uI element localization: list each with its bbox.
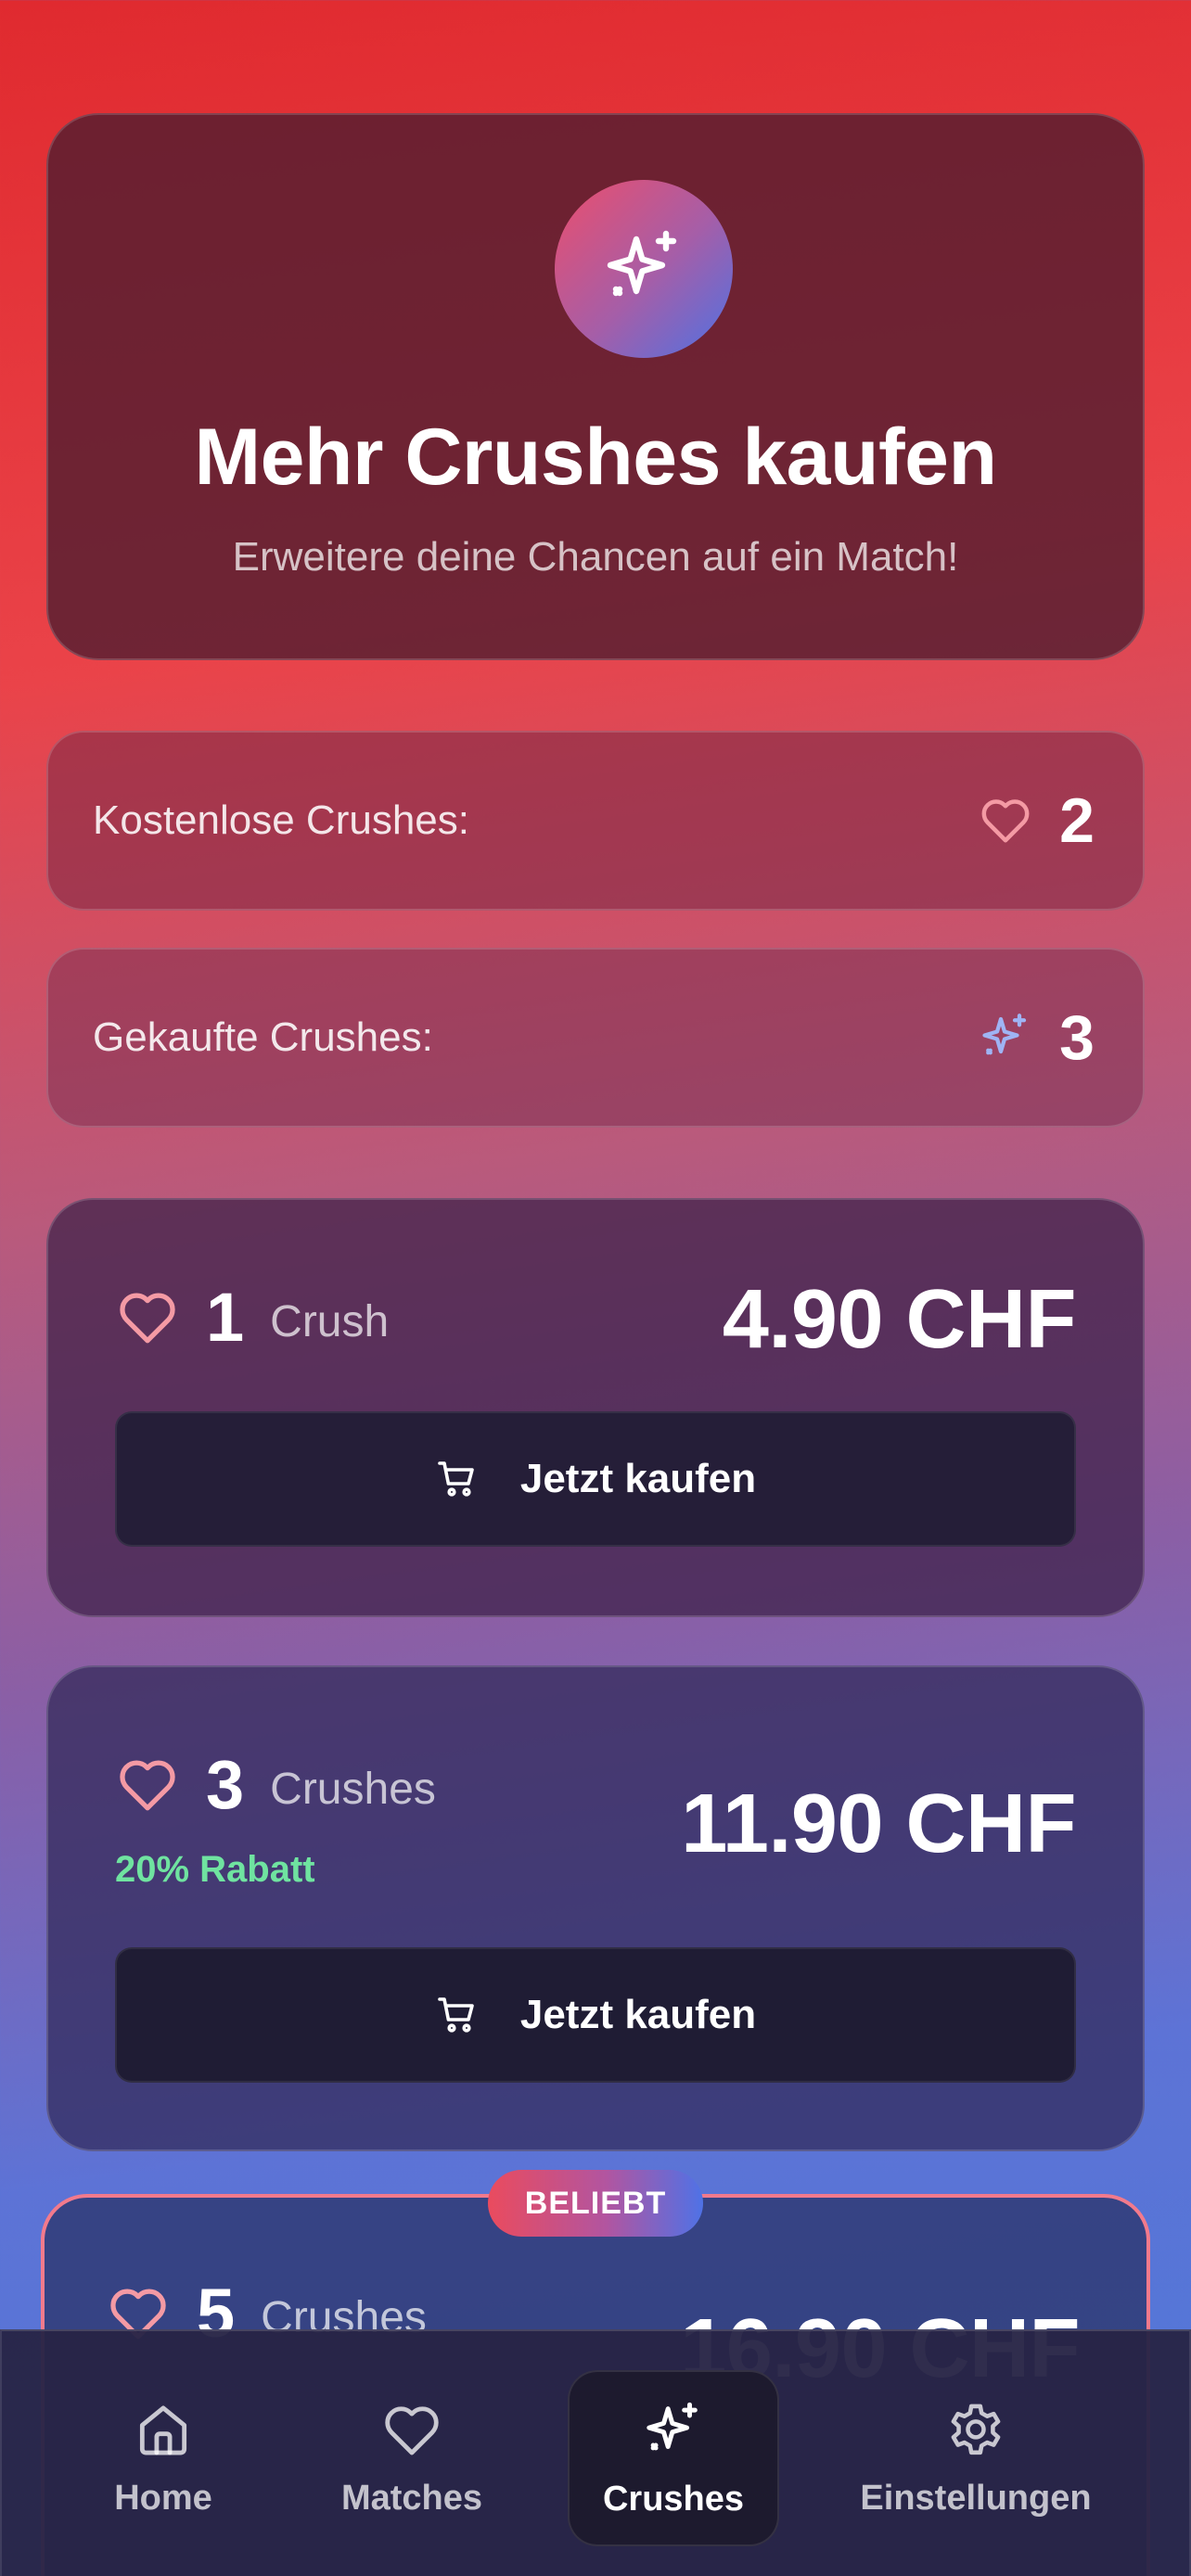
offer-card-3: 3 Crushes 20% Rabatt 11.90 CHF Jetzt kau… xyxy=(46,1665,1145,2151)
offer-quantity: 3 xyxy=(206,1746,245,1823)
offer-price: 4.90 CHF xyxy=(722,1273,1077,1366)
nav-item-matches[interactable]: Matches xyxy=(338,2370,486,2546)
offer-unit: Crush xyxy=(270,1297,390,1346)
heart-icon xyxy=(115,1285,180,1350)
sparkles-icon xyxy=(978,1010,1033,1065)
buy-now-label: Jetzt kaufen xyxy=(519,1456,757,1501)
buy-now-label: Jetzt kaufen xyxy=(519,1992,757,2037)
discount-label: 20% Rabatt xyxy=(115,1849,315,1890)
offer-price: 11.90 CHF xyxy=(681,1778,1076,1870)
heart-icon xyxy=(115,1753,180,1817)
bought-crushes-label: Gekaufte Crushes: xyxy=(93,1014,433,1060)
gear-icon xyxy=(944,2399,1007,2462)
bottom-navigation: Home Matches Crushes Einstellungen xyxy=(0,2329,1191,2576)
popular-badge: BELIEBT xyxy=(488,2170,703,2237)
buy-now-button[interactable]: Jetzt kaufen xyxy=(115,1411,1076,1547)
buy-now-button[interactable]: Jetzt kaufen xyxy=(115,1947,1076,2083)
header-card: Mehr Crushes kaufen Erweitere deine Chan… xyxy=(46,113,1145,660)
cart-icon xyxy=(435,1457,480,1501)
offer-card-1: 1 Crush 4.90 CHF Jetzt kaufen xyxy=(46,1198,1145,1617)
free-crushes-label: Kostenlose Crushes: xyxy=(93,797,469,843)
nav-label-matches: Matches xyxy=(340,2478,483,2518)
offer-unit: Crushes xyxy=(270,1765,436,1814)
offer-quantity: 1 xyxy=(206,1279,245,1356)
page-title: Mehr Crushes kaufen xyxy=(194,413,997,502)
nav-label-home: Home xyxy=(114,2478,212,2518)
heart-icon xyxy=(978,793,1033,848)
nav-item-home[interactable]: Home xyxy=(89,2370,237,2546)
nav-item-settings[interactable]: Einstellungen xyxy=(855,2370,1096,2546)
nav-label-settings: Einstellungen xyxy=(860,2478,1092,2518)
nav-label-crushes: Crushes xyxy=(602,2479,745,2519)
sparkles-icon xyxy=(641,2398,706,2463)
nav-item-crushes[interactable]: Crushes xyxy=(568,2370,779,2546)
page-subtitle: Erweitere deine Chancen auf ein Match! xyxy=(232,534,959,580)
cart-icon xyxy=(435,1993,480,2037)
bought-crushes-count: 3 xyxy=(1059,1002,1095,1073)
free-crushes-card: Kostenlose Crushes: 2 xyxy=(46,731,1145,911)
sparkles-icon xyxy=(555,180,733,358)
bought-crushes-card: Gekaufte Crushes: 3 xyxy=(46,948,1145,1128)
home-icon xyxy=(132,2399,195,2462)
free-crushes-count: 2 xyxy=(1059,785,1095,856)
heart-icon xyxy=(380,2399,443,2462)
